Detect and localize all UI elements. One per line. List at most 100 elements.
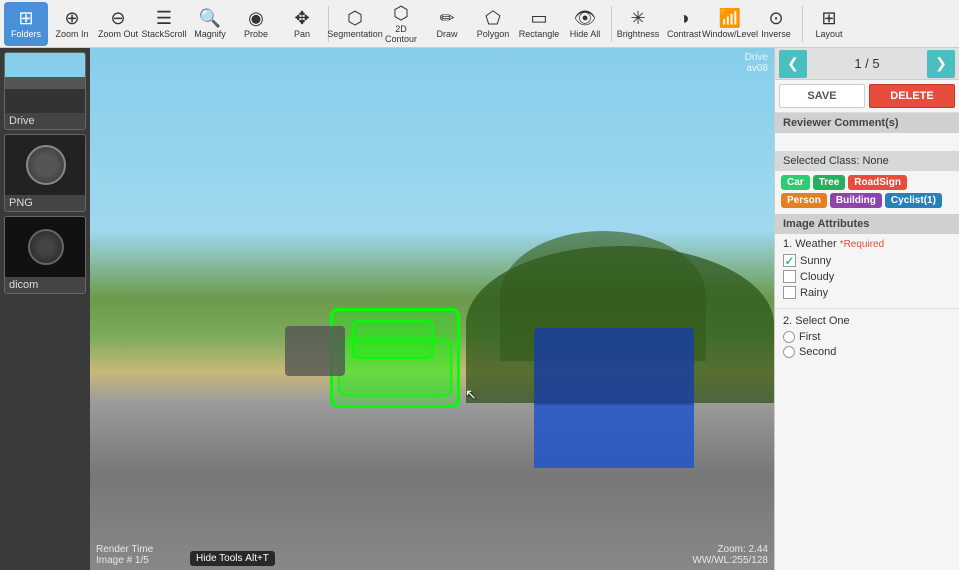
tag-roadsign[interactable]: RoadSign — [848, 175, 907, 190]
nav-bar: ❮ 1 / 5 ❯ — [775, 48, 959, 80]
tag-tree[interactable]: Tree — [813, 175, 846, 190]
weather-cloudy-label: Cloudy — [800, 271, 834, 283]
main-content: Drive PNG dicom — [0, 48, 959, 570]
class-tags: Car Tree RoadSign Person Building Cyclis… — [775, 171, 959, 212]
blue-car — [534, 328, 694, 468]
tool-hide-all[interactable]: 👁 Hide All — [563, 2, 607, 46]
weather-cloudy-checkbox[interactable] — [783, 270, 796, 283]
zoom-in-icon: ⊕ — [64, 9, 79, 27]
attribute-weather: 1. Weather *Required ✓ Sunny Cloudy Rain… — [775, 234, 959, 306]
window-level-icon: 📶 — [719, 9, 741, 27]
tool-magnify[interactable]: 🔍 Magnify — [188, 2, 232, 46]
weather-rainy-label: Rainy — [800, 287, 828, 299]
attribute-select-one: 2. Select One First Second — [775, 311, 959, 365]
tool-folders[interactable]: ⊞ Folders — [4, 2, 48, 46]
stack-scroll-icon: ☰ — [156, 9, 172, 27]
weather-cloudy-row: Cloudy — [783, 270, 951, 283]
attribute-select-one-title: 2. Select One — [783, 315, 951, 327]
inverse-icon: ⊙ — [768, 9, 783, 27]
right-panel: ❮ 1 / 5 ❯ SAVE DELETE Reviewer Comment(s… — [774, 48, 959, 570]
tool-pan[interactable]: ✥ Pan — [280, 2, 324, 46]
tag-cyclist[interactable]: Cyclist(1) — [885, 193, 942, 208]
nav-prev-button[interactable]: ❮ — [779, 50, 807, 78]
weather-sunny-label: Sunny — [800, 255, 831, 267]
segmentation-icon: ⬡ — [347, 9, 363, 27]
rectangle-icon: ▭ — [530, 9, 547, 27]
viewer[interactable]: ↖ Drive av08 Render Time Image # 1/5 Zoo… — [90, 48, 774, 570]
select-second-label: Second — [799, 346, 836, 358]
draw-icon: ✏ — [439, 9, 454, 27]
tool-rectangle[interactable]: ▭ Rectangle — [517, 2, 561, 46]
tool-window-level[interactable]: 📶 Window/Level — [708, 2, 752, 46]
tool-zoom-in[interactable]: ⊕ Zoom In — [50, 2, 94, 46]
divider-attrs — [775, 308, 959, 309]
folders-icon: ⊞ — [18, 9, 33, 27]
select-second-row: Second — [783, 346, 951, 358]
tag-person[interactable]: Person — [781, 193, 827, 208]
magnify-icon: 🔍 — [199, 9, 221, 27]
sidebar-item-dicom[interactable]: dicom — [4, 216, 86, 294]
sidebar-label-png: PNG — [5, 195, 85, 211]
hide-all-icon: 👁 — [574, 9, 597, 27]
tool-probe[interactable]: ◉ Probe — [234, 2, 278, 46]
hide-tools-badge[interactable]: Hide Tools Alt+T — [190, 551, 275, 566]
viewer-info-bottom-left: Render Time Image # 1/5 — [96, 544, 153, 566]
weather-sunny-checkbox[interactable]: ✓ — [783, 254, 796, 267]
required-star: *Required — [840, 239, 884, 250]
select-first-label: First — [799, 331, 820, 343]
select-second-radio[interactable] — [783, 346, 795, 358]
cursor: ↖ — [465, 386, 477, 403]
nav-next-button[interactable]: ❯ — [927, 50, 955, 78]
zoom-out-icon: ⊖ — [110, 9, 125, 27]
select-first-radio[interactable] — [783, 331, 795, 343]
polygon-icon: ⬠ — [485, 9, 501, 27]
sidebar-label-dicom: dicom — [5, 277, 85, 293]
tool-polygon[interactable]: ⬠ Polygon — [471, 2, 515, 46]
nav-counter: 1 / 5 — [807, 56, 927, 71]
viewer-info-top-right: Drive av08 — [745, 52, 768, 74]
tool-segmentation[interactable]: ⬡ Segmentation — [333, 2, 377, 46]
layout-icon: ⊞ — [821, 9, 836, 27]
distant-car — [285, 326, 345, 376]
toolbar: ⊞ Folders ⊕ Zoom In ⊖ Zoom Out ☰ StackSc… — [0, 0, 959, 48]
tool-draw[interactable]: ✏ Draw — [425, 2, 469, 46]
sidebar-item-drive[interactable]: Drive — [4, 52, 86, 130]
divider-3 — [802, 6, 803, 42]
sidebar-thumb-png — [5, 135, 86, 195]
sidebar-item-png[interactable]: PNG — [4, 134, 86, 212]
probe-icon: ◉ — [248, 9, 264, 27]
reviewer-comments-header: Reviewer Comment(s) — [775, 113, 959, 133]
tag-building[interactable]: Building — [830, 193, 882, 208]
divider-2 — [611, 6, 612, 42]
sidebar: Drive PNG dicom — [0, 48, 90, 570]
selected-class-box: Selected Class: None — [775, 151, 959, 171]
checkmark-sunny: ✓ — [784, 254, 794, 268]
tool-folders-label: Folders — [11, 29, 41, 39]
sidebar-thumb-drive — [5, 53, 86, 113]
weather-sunny-row: ✓ Sunny — [783, 254, 951, 267]
tool-brightness[interactable]: ✳ Brightness — [616, 2, 660, 46]
contrast-icon: ◑ — [679, 9, 690, 27]
weather-rainy-checkbox[interactable] — [783, 286, 796, 299]
tool-contrast[interactable]: ◑ Contrast — [662, 2, 706, 46]
action-buttons: SAVE DELETE — [775, 80, 959, 113]
tool-stack-scroll[interactable]: ☰ StackScroll — [142, 2, 186, 46]
tool-layout[interactable]: ⊞ Layout — [807, 2, 851, 46]
viewer-info-bottom-right: Zoom: 2.44 WW/WL:255/128 — [692, 544, 768, 566]
delete-button[interactable]: DELETE — [869, 84, 955, 108]
brightness-icon: ✳ — [630, 9, 645, 27]
tool-zoom-out[interactable]: ⊖ Zoom Out — [96, 2, 140, 46]
weather-rainy-row: Rainy — [783, 286, 951, 299]
annotated-car — [330, 308, 460, 408]
tag-car[interactable]: Car — [781, 175, 810, 190]
2d-contour-icon: ⬡ — [393, 4, 409, 22]
attribute-weather-title: 1. Weather *Required — [783, 238, 951, 250]
tool-2d-contour[interactable]: ⬡ 2D Contour — [379, 2, 423, 46]
tool-inverse[interactable]: ⊙ Inverse — [754, 2, 798, 46]
pan-icon: ✥ — [294, 9, 309, 27]
image-attributes-header: Image Attributes — [775, 214, 959, 234]
sidebar-thumb-dicom — [5, 217, 86, 277]
select-first-row: First — [783, 331, 951, 343]
sidebar-label-drive: Drive — [5, 113, 85, 129]
save-button[interactable]: SAVE — [779, 84, 865, 108]
